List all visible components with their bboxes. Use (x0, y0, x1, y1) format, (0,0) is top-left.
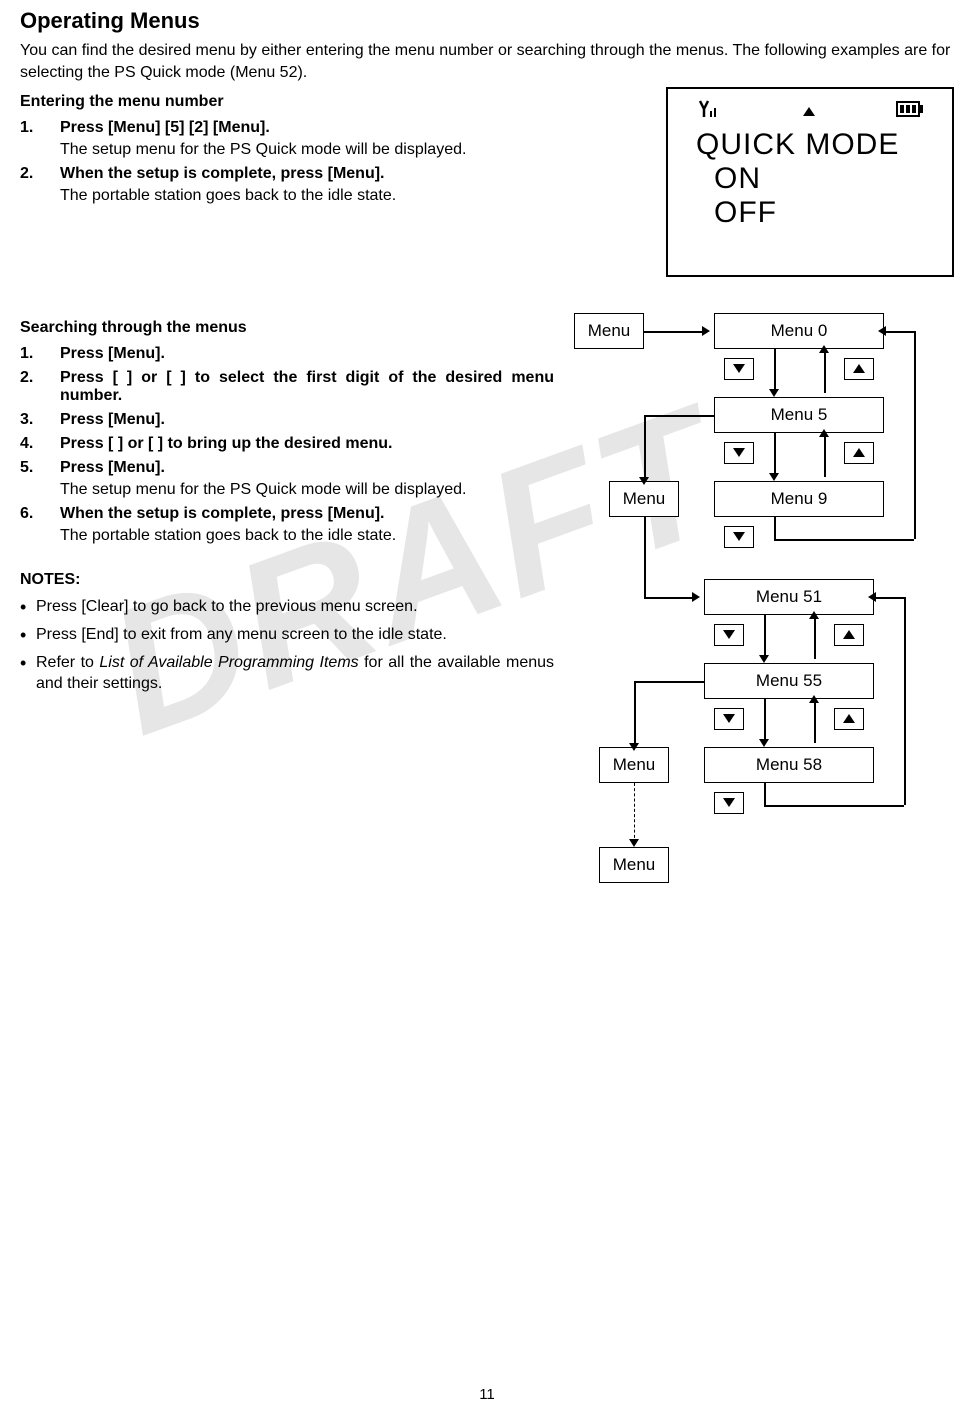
step-num: 1. (20, 345, 42, 363)
step-head: Press [ ] or [ ] to bring up the desired… (60, 435, 392, 453)
down-button-icon (714, 792, 744, 814)
down-button-icon (724, 358, 754, 380)
antenna-icon (696, 99, 722, 124)
step-num: 2. (20, 369, 42, 405)
steps-search: 1. Press [Menu]. 2. Press [ ] or [ ] to se… (20, 345, 554, 545)
step-num: 4. (20, 435, 42, 453)
notes-list: Press [Clear] to go back to the previous… (20, 596, 554, 694)
flow-menu9: Menu 9 (714, 481, 884, 517)
up-button-icon (844, 442, 874, 464)
notes-heading: NOTES: (20, 569, 554, 591)
flow-menu-button: Menu (599, 847, 669, 883)
heading-entering: Entering the menu number (20, 91, 646, 113)
lcd-display: QUICK MODE ON OFF (666, 87, 954, 277)
note-item: Refer to List of Available Programming I… (20, 652, 554, 695)
up-button-icon (834, 624, 864, 646)
menu-flow-diagram: Menu Menu 0 Menu 5 (574, 313, 954, 1053)
up-button-icon (844, 358, 874, 380)
step-num: 3. (20, 411, 42, 429)
italic-ref: List of Available Programming Items (99, 654, 358, 671)
step-num: 6. (20, 505, 42, 523)
step-body: The portable station goes back to the id… (60, 527, 554, 545)
lcd-line3: OFF (686, 196, 934, 230)
step-body: The setup menu for the PS Quick mode wil… (60, 481, 554, 499)
up-button-icon (834, 708, 864, 730)
step-head: Press [Menu] [5] [2] [Menu]. (60, 119, 270, 137)
intro-text: You can find the desired menu by either … (20, 40, 954, 83)
step-head: Press [ ] or [ ] to select the first dig… (60, 369, 554, 405)
lcd-line2: ON (686, 162, 934, 196)
step-num: 1. (20, 119, 42, 137)
step-num: 2. (20, 165, 42, 183)
step-head: When the setup is complete, press [Menu]… (60, 505, 385, 523)
up-arrow-icon (803, 103, 815, 121)
step-head: Press [Menu]. (60, 411, 165, 429)
flow-menu51: Menu 51 (704, 579, 874, 615)
lcd-line1: QUICK MODE (686, 128, 934, 162)
step-head: Press [Menu]. (60, 459, 165, 477)
flow-menu-button: Menu (599, 747, 669, 783)
down-button-icon (724, 442, 754, 464)
note-item: Press [Clear] to go back to the previous… (20, 596, 554, 618)
flow-menu-button: Menu (609, 481, 679, 517)
step-head: Press [Menu]. (60, 345, 165, 363)
flow-menu0: Menu 0 (714, 313, 884, 349)
flow-menu-root: Menu (574, 313, 644, 349)
down-button-icon (714, 624, 744, 646)
flow-menu58: Menu 58 (704, 747, 874, 783)
flow-menu5: Menu 5 (714, 397, 884, 433)
down-button-icon (724, 526, 754, 548)
page-number: 11 (0, 1386, 974, 1403)
step-head: When the setup is complete, press [Menu]… (60, 165, 385, 183)
note-item: Press [End] to exit from any menu screen… (20, 624, 554, 646)
step-body: The setup menu for the PS Quick mode wil… (60, 141, 646, 159)
flow-menu55: Menu 55 (704, 663, 874, 699)
heading-searching: Searching through the menus (20, 317, 554, 339)
section-title: Operating Menus (20, 8, 954, 34)
steps-enter: 1. Press [Menu] [5] [2] [Menu]. The setup… (20, 119, 646, 205)
down-button-icon (714, 708, 744, 730)
step-body: The portable station goes back to the id… (60, 187, 646, 205)
battery-icon (896, 101, 924, 122)
step-num: 5. (20, 459, 42, 477)
